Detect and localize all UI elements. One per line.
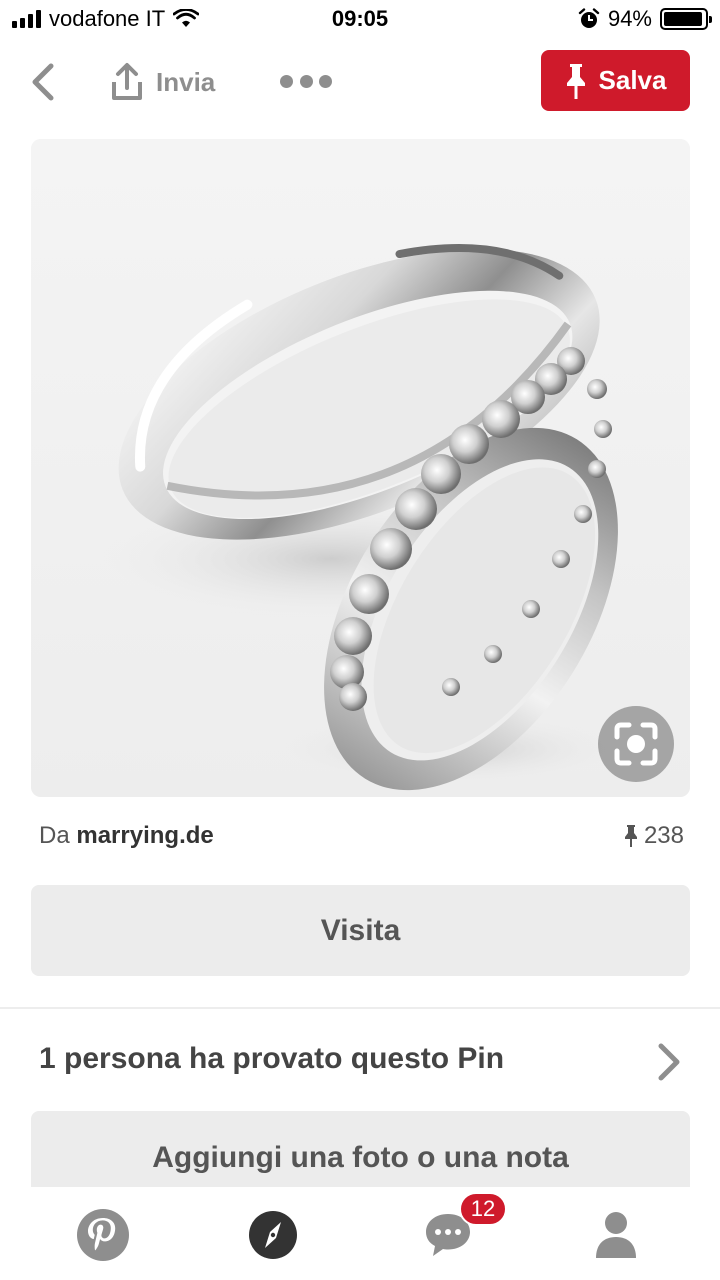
visit-button[interactable]: Visita bbox=[31, 885, 690, 976]
tab-home[interactable] bbox=[75, 1207, 131, 1263]
pin-source[interactable]: Da marrying.de bbox=[39, 822, 214, 850]
pin-image[interactable] bbox=[31, 139, 690, 797]
save-label: Salva bbox=[598, 65, 667, 95]
add-photo-note-button[interactable]: Aggiungi una foto o una nota bbox=[31, 1111, 690, 1187]
battery-percent: 94% bbox=[607, 6, 652, 31]
status-bar: vodafone IT 09:05 94% bbox=[0, 0, 720, 40]
messages-badge: 12 bbox=[459, 1192, 507, 1226]
pin-count-icon bbox=[624, 825, 637, 847]
source-domain: marrying.de bbox=[76, 822, 214, 849]
alarm-icon bbox=[578, 8, 600, 28]
status-right: 94% bbox=[578, 6, 712, 32]
battery-icon bbox=[660, 8, 712, 30]
back-button[interactable] bbox=[22, 60, 62, 104]
tab-explore[interactable] bbox=[245, 1207, 301, 1263]
lens-icon bbox=[614, 722, 658, 766]
more-dot bbox=[319, 74, 332, 88]
visual-search-button[interactable] bbox=[598, 706, 674, 782]
more-dot bbox=[280, 74, 293, 88]
save-count: 238 bbox=[624, 822, 684, 850]
wedding-rings-image bbox=[31, 139, 690, 797]
save-count-value: 238 bbox=[643, 822, 684, 849]
bottom-tab-bar bbox=[0, 1187, 720, 1280]
pin-icon bbox=[566, 63, 585, 99]
more-options-button[interactable] bbox=[280, 66, 332, 96]
pin-source-row: Da marrying.de 238 bbox=[39, 822, 684, 856]
chevron-right-icon bbox=[658, 1043, 680, 1081]
profile-icon bbox=[596, 1212, 636, 1258]
source-prefix: Da bbox=[39, 822, 70, 849]
pin-action-bar: Invia Salva bbox=[0, 40, 720, 124]
share-icon bbox=[112, 63, 142, 100]
section-divider bbox=[0, 1007, 720, 1009]
more-dot bbox=[299, 74, 313, 88]
save-button[interactable]: Salva bbox=[541, 50, 690, 111]
compass-icon bbox=[249, 1211, 297, 1259]
chevron-left-icon bbox=[32, 63, 54, 101]
tried-pin-row[interactable]: 1 persona ha provato questo Pin bbox=[39, 1038, 687, 1088]
share-button[interactable]: Invia bbox=[110, 58, 215, 106]
share-label: Invia bbox=[156, 66, 216, 97]
battery-fill bbox=[664, 12, 702, 26]
tab-profile[interactable] bbox=[588, 1207, 644, 1263]
tried-pin-text: 1 persona ha provato questo Pin bbox=[39, 1042, 505, 1075]
pinterest-logo-icon bbox=[77, 1209, 129, 1261]
